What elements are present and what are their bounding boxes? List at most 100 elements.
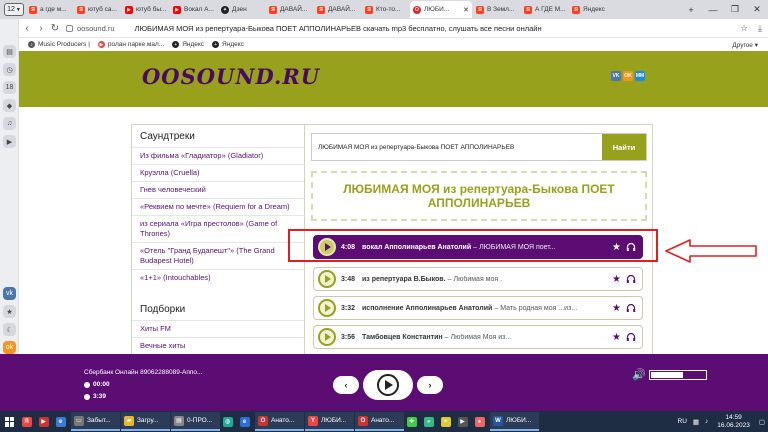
sidebar-link[interactable]: Хиты FM — [132, 320, 304, 337]
sidebar-link[interactable]: «Реквием по мечте» (Requiem for a Dream) — [132, 198, 304, 215]
new-tab-icon[interactable]: + — [680, 0, 702, 19]
headphones-icon[interactable] — [626, 332, 636, 342]
browser-tab[interactable]: ▶ Вокал А... — [170, 1, 217, 18]
bookmark-item[interactable]: + Яндекс — [212, 41, 244, 48]
taskbar-pinned[interactable]: ✦ — [439, 412, 455, 431]
browser-tab[interactable]: ▶ ютуб бы... — [122, 1, 169, 18]
game-icon[interactable]: ◆ — [3, 99, 16, 112]
site-logo[interactable]: OOSOUND.RU — [142, 64, 320, 89]
track-title[interactable]: Любимая моя . — [453, 276, 612, 283]
ok-icon[interactable]: ok — [3, 341, 16, 354]
minimize-icon[interactable]: — — [702, 0, 724, 19]
next-button[interactable]: › — [417, 376, 443, 394]
track-row[interactable]: 3:56 Тамбовцев Константин – Любимая Моя … — [313, 325, 643, 349]
taskbar-window[interactable]: O Анато... — [255, 412, 304, 431]
taskbar-pinned[interactable]: ✚ — [405, 412, 421, 431]
track-title[interactable]: Мать родная моя ...из... — [500, 305, 612, 312]
track-row[interactable]: 3:48 из репертуара В.Быков. – Любимая мо… — [313, 267, 643, 291]
browser-tab[interactable]: ✦ Дзен — [218, 1, 265, 18]
download-icon[interactable]: ⤓ — [752, 23, 768, 34]
speaker-icon[interactable]: ♪ — [705, 418, 708, 425]
play-icon[interactable] — [318, 328, 336, 346]
browser-tab[interactable]: Я Яндекс — [569, 1, 616, 18]
taskbar-pinned[interactable]: ◕ — [422, 412, 438, 431]
system-clock[interactable]: 14:59 16.06.2023 — [717, 414, 750, 430]
notifications-icon[interactable]: ▢ — [759, 418, 765, 426]
windows-start-button[interactable] — [0, 411, 20, 432]
volume-slider[interactable] — [648, 369, 707, 380]
sidebar-link[interactable]: «Отель "Гранд Будапешт"» (The Grand Buda… — [132, 242, 304, 269]
track-row[interactable]: 3:32 исполнение Апполинарьев Анатолий – … — [313, 296, 643, 320]
url-field[interactable]: oosound.ru — [66, 24, 115, 33]
vk-icon[interactable]: vk — [3, 287, 16, 300]
other-bookmarks[interactable]: Другое ▾ — [732, 41, 758, 49]
music-icon[interactable]: ♫ — [3, 117, 16, 130]
headphones-icon[interactable] — [626, 274, 636, 284]
taskbar-window[interactable]: W ЛЮБИ... — [490, 412, 539, 431]
browser-tab[interactable]: Я ДАВАЙ... — [314, 1, 361, 18]
mymail-icon[interactable]: MM — [635, 71, 645, 81]
tabs-icon[interactable]: ▤ — [3, 45, 16, 58]
search-button[interactable]: Найти — [602, 134, 646, 160]
taskbar-window[interactable]: ▭ Забыт... — [71, 412, 120, 431]
video-icon[interactable]: ▶ — [3, 135, 16, 148]
sidebar-link[interactable]: Гнев человеческий — [132, 181, 304, 198]
tab-counter[interactable]: 12 ▼ — [4, 3, 24, 16]
sidebar-link[interactable]: Вечные хиты — [132, 337, 304, 354]
headphones-icon[interactable] — [626, 303, 636, 313]
taskbar-window[interactable]: Y ЛЮБИ... — [305, 412, 354, 431]
play-icon[interactable] — [318, 299, 336, 317]
bookmark-item[interactable]: + Яндекс — [172, 41, 204, 48]
sidebar-link[interactable]: из сериала «Игра престолов» (Game of Thr… — [132, 215, 304, 242]
previous-button[interactable]: ‹ — [333, 376, 359, 394]
browser-tab[interactable]: Я Кто-то... — [362, 1, 409, 18]
browser-tab[interactable]: ЯА ГДЕ М... — [521, 1, 568, 18]
history-icon[interactable]: ◷ — [3, 63, 16, 76]
star-icon[interactable]: ★ — [612, 332, 621, 343]
sidebar-link[interactable]: «1+1» (Intouchables) — [132, 269, 304, 286]
close-icon[interactable]: ✕ — [463, 6, 469, 14]
browser-tab[interactable]: Яютуб са... — [74, 1, 121, 18]
star-icon[interactable]: ★ — [612, 303, 621, 314]
forward-icon[interactable]: › — [34, 23, 48, 34]
taskbar-pinned[interactable]: Я — [20, 412, 36, 431]
volume-icon[interactable]: 🔊 — [632, 368, 646, 381]
taskbar-pinned[interactable]: ▶ — [37, 412, 53, 431]
star-icon[interactable]: ★ — [3, 305, 16, 318]
language-indicator[interactable]: RU — [678, 418, 687, 425]
taskbar-pinned[interactable]: e — [54, 412, 70, 431]
bookmark-item[interactable]: ♪ Music Producers | — [28, 41, 90, 48]
star-icon[interactable]: ★ — [612, 274, 621, 285]
taskbar-pinned[interactable]: ▶ — [456, 412, 472, 431]
track-artist[interactable]: из репертуара В.Быков. — [362, 276, 446, 283]
taskbar-pinned[interactable]: ● — [473, 412, 489, 431]
moon-icon[interactable]: ☾ — [3, 323, 16, 336]
track-artist[interactable]: исполнение Апполинарьев Анатолий — [362, 305, 492, 312]
vk-icon[interactable]: VK — [611, 71, 621, 81]
number-18-icon[interactable]: 18 — [3, 81, 16, 94]
track-title[interactable]: Любимая Моя из... — [451, 334, 613, 341]
taskbar-window[interactable]: ▰ Загру... — [121, 412, 170, 431]
close-window-icon[interactable]: ✕ — [746, 0, 768, 19]
taskbar-window[interactable]: O Анато... — [355, 412, 404, 431]
search-input[interactable] — [312, 134, 602, 160]
bookmark-icon[interactable]: ☆ — [736, 23, 752, 34]
maximize-icon[interactable]: ❐ — [724, 0, 746, 19]
odnoklassniki-icon[interactable]: OK — [623, 71, 633, 81]
browser-tab[interactable]: Я ДАВАЙ... — [266, 1, 313, 18]
back-icon[interactable]: ‹ — [20, 23, 34, 34]
taskbar-window[interactable]: ▤ 0-ПРО... — [171, 412, 220, 431]
browser-tab[interactable]: ЯВ Земл... — [473, 1, 520, 18]
play-icon[interactable] — [318, 270, 336, 288]
reload-icon[interactable]: ↻ — [48, 23, 62, 34]
track-artist[interactable]: Тамбовцев Константин — [362, 334, 443, 341]
bookmark-item[interactable]: ▶ ролан парке мал... — [97, 41, 164, 48]
taskbar-pinned[interactable]: ◍ — [221, 412, 237, 431]
taskbar-pinned[interactable]: e — [238, 412, 254, 431]
sidebar-link[interactable]: Круэлла (Cruella) — [132, 164, 304, 181]
play-button[interactable] — [363, 370, 413, 400]
sidebar-link[interactable]: Из фильма «Гладиатор» (Gladiator) — [132, 147, 304, 164]
network-icon[interactable]: ▦ — [693, 418, 699, 426]
browser-tab-active[interactable]: O ЛЮБИ... ✕ — [410, 1, 472, 18]
browser-tab[interactable]: Яа где м... — [26, 1, 73, 18]
